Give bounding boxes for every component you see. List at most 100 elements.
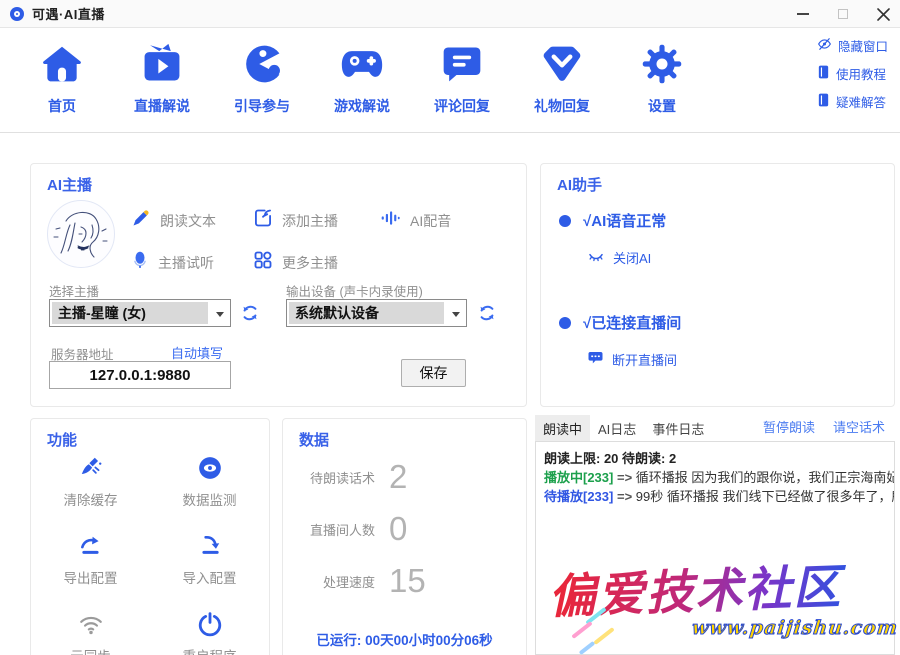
host-audition-button[interactable]: 主播试听 (131, 250, 214, 275)
refresh-device-button[interactable] (474, 300, 500, 326)
autofill-link[interactable]: 自动填写 (171, 343, 223, 362)
save-button[interactable]: 保存 (401, 359, 466, 387)
metric-pending-scripts: 待朗读话术 2 (297, 459, 426, 495)
eye-off-icon (817, 37, 832, 54)
panel-data: 数据 待朗读话术 2 直播间人数 0 处理速度 15 已运行: 00天00小时0… (282, 418, 527, 655)
panel-ai-assistant: AI助手 √AI语音正常 关闭AI √已连接直播间 断开直播间 (540, 163, 895, 407)
cloud-sync-button[interactable]: 云同步 (31, 611, 150, 655)
nav-label: 直播解说 (134, 96, 190, 116)
export-icon (78, 533, 104, 559)
live-tv-icon (139, 40, 185, 88)
func-label: 导入配置 (183, 567, 237, 587)
host-avatar (47, 200, 115, 268)
book-icon (817, 93, 830, 110)
tutorial-link[interactable]: 使用教程 (817, 64, 888, 83)
log-section: 朗读中 AI日志 事件日志 暂停朗读 请空话术 朗读上限: 20 待朗读: 2 … (535, 415, 895, 655)
func-label: 重启程序 (183, 645, 237, 655)
power-icon (197, 611, 223, 637)
tab-reading[interactable]: 朗读中 (535, 415, 590, 442)
action-label: AI配音 (410, 211, 451, 231)
add-host-button[interactable]: 添加主播 (253, 208, 338, 233)
eye-closed-icon (587, 248, 605, 267)
log-entry: 播放中[233] => 循环播报 因为我们的跟你说，我们正宗海南妃子笑 (544, 468, 886, 487)
export-config-button[interactable]: 导出配置 (31, 533, 150, 587)
clear-scripts-link[interactable]: 请空话术 (833, 417, 885, 436)
nav-item-settings[interactable]: 设置 (616, 40, 708, 116)
nav-label: 礼物回复 (534, 96, 590, 116)
server-address-input[interactable] (49, 361, 231, 389)
output-device-label: 输出设备 (声卡内录使用) (286, 281, 423, 300)
add-doc-icon (253, 208, 273, 233)
func-label: 导出配置 (64, 567, 118, 587)
metric-value: 15 (389, 562, 426, 600)
close-ai-button[interactable]: 关闭AI (587, 248, 651, 267)
minimize-button[interactable] (794, 5, 812, 23)
more-hosts-button[interactable]: 更多主播 (253, 250, 338, 275)
func-label: 清除缓存 (64, 489, 118, 509)
clear-cache-button[interactable]: 清除缓存 (31, 455, 150, 509)
func-label: 云同步 (70, 645, 111, 655)
log-content: 朗读上限: 20 待朗读: 2 播放中[233] => 循环播报 因为我们的跟你… (535, 441, 895, 655)
mic-icon (131, 250, 149, 275)
nav-item-live-commentary[interactable]: 直播解说 (116, 40, 208, 116)
tab-ai-log[interactable]: AI日志 (590, 415, 644, 442)
room-connection-status: √已连接直播间 (559, 312, 681, 333)
broom-icon (78, 455, 104, 481)
log-summary: 朗读上限: 20 待朗读: 2 (544, 449, 886, 468)
book-icon (817, 65, 830, 82)
read-text-button[interactable]: 朗读文本 (131, 208, 216, 233)
nav-item-home[interactable]: 首页 (16, 40, 108, 116)
metric-value: 0 (389, 510, 407, 548)
app-logo-icon (10, 7, 24, 21)
nav-item-game-commentary[interactable]: 游戏解说 (316, 40, 408, 116)
comment-icon (439, 40, 485, 88)
nav-label: 设置 (648, 96, 676, 116)
panel-ai-host: AI主播 (30, 163, 527, 407)
data-monitor-button[interactable]: 数据监测 (150, 455, 269, 509)
func-label: 数据监测 (183, 489, 237, 509)
log-entry: 待播放[233] => 99秒 循环播报 我们线下已经做了很多年了，所以说 (544, 487, 886, 506)
nav-link-label: 使用教程 (836, 64, 886, 83)
pause-reading-link[interactable]: 暂停朗读 (763, 417, 815, 436)
maximize-button[interactable] (834, 5, 852, 23)
action-label: 更多主播 (282, 253, 338, 273)
nav-item-comment-reply[interactable]: 评论回复 (416, 40, 508, 116)
status-dot-icon (559, 317, 571, 329)
nav-item-gift-reply[interactable]: 礼物回复 (516, 40, 608, 116)
disconnect-room-button[interactable]: 断开直播间 (587, 350, 677, 369)
hide-window-link[interactable]: 隐藏窗口 (817, 36, 888, 55)
close-button[interactable] (874, 5, 892, 23)
nav-label: 游戏解说 (334, 96, 390, 116)
tab-event-log[interactable]: 事件日志 (644, 415, 712, 442)
window-title: 可遇·AI直播 (32, 4, 105, 23)
troubleshooting-link[interactable]: 疑难解答 (817, 92, 888, 111)
select-host-label: 选择主播 (49, 281, 99, 300)
audio-wave-icon (379, 208, 401, 233)
chevron-down-icon (216, 312, 224, 317)
gear-icon (639, 40, 685, 88)
output-device-select[interactable]: 系统默认设备 (286, 299, 467, 327)
refresh-host-button[interactable] (237, 300, 263, 326)
ai-dubbing-button[interactable]: AI配音 (379, 208, 451, 233)
nav-label: 首页 (48, 96, 76, 116)
import-config-button[interactable]: 导入配置 (150, 533, 269, 587)
nav-label: 评论回复 (434, 96, 490, 116)
status-dot-icon (559, 215, 571, 227)
home-icon (39, 40, 85, 88)
nav-link-label: 疑难解答 (836, 92, 886, 111)
wifi-icon (78, 611, 104, 637)
nav-label: 引导参与 (234, 96, 290, 116)
nav-item-guide-participation[interactable]: 引导参与 (216, 40, 308, 116)
title-bar: 可遇·AI直播 (0, 0, 900, 28)
host-select[interactable]: 主播-星瞳 (女) (49, 299, 231, 327)
app-window: 可遇·AI直播 首页 直播解说 (0, 0, 900, 655)
panel-title: AI主播 (47, 174, 92, 195)
grid-icon (253, 250, 273, 275)
gift-gem-icon (539, 40, 585, 88)
restart-app-button[interactable]: 重启程序 (150, 611, 269, 655)
host-select-value: 主播-星瞳 (女) (52, 302, 208, 324)
monitor-eye-icon (197, 455, 223, 481)
disconnect-room-label: 断开直播间 (612, 350, 677, 369)
nav-link-label: 隐藏窗口 (838, 36, 888, 55)
uptime-status: 已运行: 00天00小时00分06秒 (283, 629, 526, 649)
